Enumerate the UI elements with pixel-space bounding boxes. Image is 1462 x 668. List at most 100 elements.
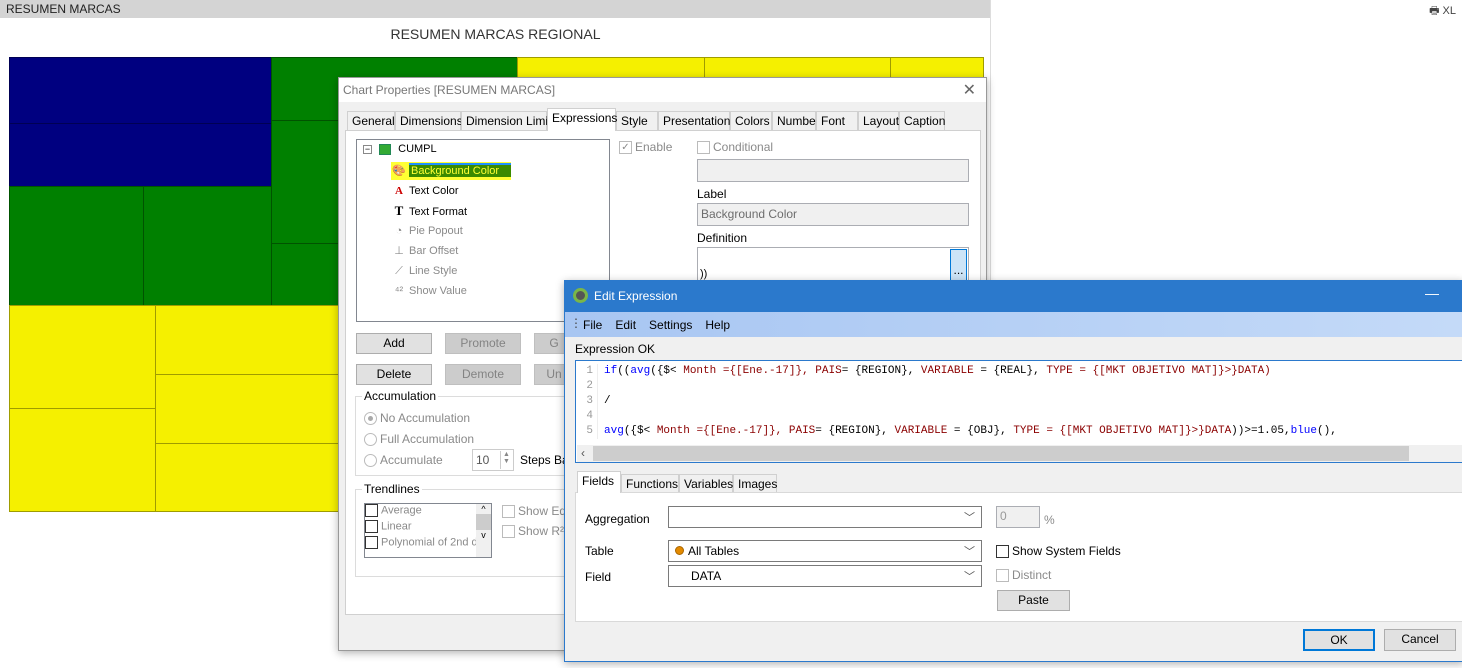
- radio-accumulate[interactable]: Accumulate: [364, 453, 443, 468]
- steps-stepper[interactable]: 10 ▲ ▼: [472, 449, 514, 471]
- show-r2-checkbox[interactable]: Show R²: [502, 524, 564, 539]
- radio-full-accumulation[interactable]: Full Accumulation: [364, 432, 474, 447]
- trendline-linear[interactable]: Linear: [365, 520, 491, 536]
- menu-settings[interactable]: Settings: [649, 318, 692, 332]
- tree-item[interactable]: A Text Color: [391, 182, 459, 200]
- tab-font[interactable]: Font: [816, 111, 858, 130]
- title-bar: Edit Expression —: [565, 281, 1462, 312]
- add-button[interactable]: Add: [356, 333, 432, 354]
- tile-green[interactable]: [143, 186, 272, 306]
- tree-item[interactable]: ⟋ Line Style: [391, 262, 457, 280]
- code-token: DATA: [1204, 425, 1232, 437]
- tree-root-label: CUMPL: [398, 143, 437, 155]
- distinct-checkbox[interactable]: Distinct: [996, 568, 1051, 583]
- code-token: (),: [1317, 425, 1337, 437]
- chart-title: RESUMEN MARCAS REGIONAL: [390, 26, 601, 42]
- code-token: ({$<: [650, 365, 684, 377]
- tab-dimensions[interactable]: Dimensions: [395, 111, 463, 130]
- tile-yellow[interactable]: [9, 305, 156, 409]
- tab-functions[interactable]: Functions: [621, 474, 679, 492]
- tile-yellow[interactable]: [155, 374, 341, 444]
- code-token: = {REGION},: [815, 425, 895, 437]
- enable-checkbox[interactable]: ✓ Enable: [619, 140, 672, 155]
- tab-colors[interactable]: Colors: [730, 111, 772, 130]
- tree-item[interactable]: 🎨 Background Color: [391, 162, 512, 180]
- tile-green[interactable]: [271, 243, 341, 306]
- tab-expressions[interactable]: Expressions: [547, 108, 617, 131]
- text-color-icon: A: [395, 185, 403, 197]
- expression-editor[interactable]: 1 if((avg({$< Month ={[Ene.-17]}, PAIS= {…: [575, 360, 1462, 463]
- tree-item-label: Pie Popout: [409, 225, 463, 237]
- percent-sign: %: [1044, 513, 1055, 527]
- palette-icon: 🎨: [391, 162, 407, 180]
- paste-button[interactable]: Paste: [997, 590, 1070, 611]
- show-system-fields-checkbox[interactable]: Show System Fields: [996, 544, 1121, 559]
- tree-root[interactable]: − CUMPL: [363, 143, 437, 155]
- tree-item[interactable]: ⁴² Show Value: [391, 282, 467, 300]
- menu-help[interactable]: Help: [705, 318, 730, 332]
- conditional-checkbox[interactable]: Conditional: [697, 140, 773, 155]
- tab-style[interactable]: Style: [616, 111, 658, 130]
- code-token: Month: [656, 425, 690, 437]
- scrollbar[interactable]: ^ v: [476, 504, 491, 557]
- code-token: = {OBJ},: [947, 425, 1014, 437]
- tile-yellow[interactable]: [9, 408, 156, 512]
- tree-item-label: Line Style: [409, 265, 458, 277]
- conditional-input[interactable]: [697, 159, 969, 182]
- tab-fields[interactable]: Fields: [577, 471, 621, 493]
- tab-dimension-limits[interactable]: Dimension Limits: [461, 111, 557, 130]
- tab-variables[interactable]: Variables: [679, 474, 733, 492]
- tab-caption[interactable]: Caption: [899, 111, 945, 130]
- tile-blue[interactable]: [9, 123, 272, 187]
- table-dot-icon: [675, 546, 684, 555]
- close-icon[interactable]: ✕: [963, 80, 976, 100]
- grip-icon: ⋮: [570, 316, 582, 330]
- label-input[interactable]: Background Color: [697, 203, 969, 226]
- tile-yellow[interactable]: [155, 443, 341, 512]
- code-token: = {[MKT OBJETIVO MAT]}>}: [1039, 425, 1205, 437]
- tile-green[interactable]: [271, 120, 341, 244]
- code-line: 2: [576, 379, 604, 394]
- percent-input[interactable]: 0: [996, 506, 1040, 528]
- ok-button[interactable]: OK: [1303, 629, 1375, 651]
- menu-file[interactable]: File: [583, 318, 602, 332]
- tile-blue[interactable]: [9, 57, 272, 124]
- edit-expression-dialog: Edit Expression — ⋮ File Edit Settings Help…: [564, 280, 1462, 662]
- promote-button[interactable]: Promote: [445, 333, 521, 354]
- radio-no-accumulation[interactable]: No Accumulation: [364, 411, 470, 426]
- steps-label: Steps Ba: [520, 453, 569, 467]
- tree-item-label: Show Value: [409, 285, 467, 297]
- show-equation-checkbox[interactable]: Show Equ: [502, 504, 573, 519]
- field-select[interactable]: DATA ﹀: [668, 565, 982, 587]
- tab-images[interactable]: Images: [733, 474, 777, 492]
- demote-button[interactable]: Demote: [445, 364, 521, 385]
- tab-layout[interactable]: Layout: [858, 111, 899, 130]
- scroll-left-icon[interactable]: ‹: [581, 446, 585, 460]
- aggregation-select[interactable]: ﹀: [668, 506, 982, 528]
- tab-general[interactable]: General: [347, 111, 395, 130]
- tree-item[interactable]: T Text Format: [391, 202, 467, 220]
- dialog-title: Edit Expression: [594, 289, 678, 303]
- tab-number[interactable]: Number: [772, 111, 820, 130]
- delete-button[interactable]: Delete: [356, 364, 432, 385]
- trendlines-list[interactable]: Average Linear Polynomial of 2nd d ^ v: [364, 503, 492, 558]
- collapse-icon[interactable]: −: [363, 145, 372, 154]
- table-select[interactable]: All Tables ﹀: [668, 540, 982, 562]
- tile-yellow[interactable]: [155, 305, 341, 375]
- trendline-polynomial-2[interactable]: Polynomial of 2nd d: [365, 536, 491, 552]
- code-token: PAIS: [788, 425, 816, 437]
- print-xl-controls[interactable]: 🖶 XL: [1429, 2, 1456, 21]
- tree-item[interactable]: ◔ Pie Popout: [391, 222, 463, 240]
- cancel-button[interactable]: Cancel: [1384, 629, 1456, 651]
- scrollbar-thumb[interactable]: [593, 446, 1409, 461]
- tree-item-label: Background Color: [409, 163, 512, 177]
- trendline-average[interactable]: Average: [365, 504, 491, 520]
- tile-green[interactable]: [9, 186, 144, 306]
- tree-item[interactable]: ⊥ Bar Offset: [391, 242, 458, 260]
- minimize-icon[interactable]: —: [1425, 285, 1439, 301]
- menu-edit[interactable]: Edit: [615, 318, 636, 332]
- horizontal-scrollbar[interactable]: ‹: [577, 445, 1462, 462]
- code-token: /: [604, 395, 611, 407]
- menu-bar: ⋮ File Edit Settings Help: [565, 312, 1462, 337]
- tab-presentation[interactable]: Presentation: [658, 111, 730, 130]
